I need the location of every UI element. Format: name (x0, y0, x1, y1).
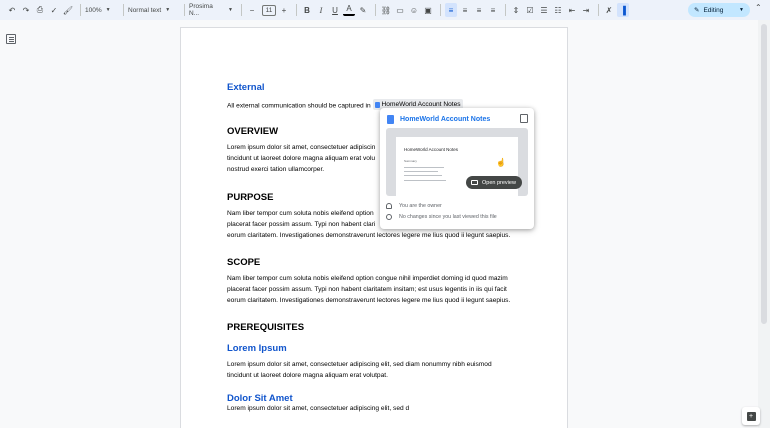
history-icon (386, 214, 392, 220)
toolbar: ↶ ↷ ⎙ ✓ 🖌 100% ▼ Normal text ▼ Prosima N..… (0, 0, 770, 20)
editing-mode-dropdown[interactable]: ✎ Editing ▼ (688, 3, 750, 17)
image-icon[interactable]: ▣ (422, 3, 434, 17)
checklist-icon[interactable]: ☑ (524, 3, 536, 17)
editing-mode-label: Editing (703, 6, 724, 14)
align-left-icon[interactable]: ≡ (445, 3, 457, 17)
decrease-indent-icon[interactable]: ⇤ (566, 3, 578, 17)
chevron-down-icon: ▼ (228, 7, 233, 13)
document-outline-icon[interactable] (6, 34, 16, 44)
line-spacing-icon[interactable]: ⇕ (510, 3, 522, 17)
person-icon (386, 203, 392, 209)
italic-button[interactable]: I (315, 3, 327, 17)
increase-font-size-button[interactable]: + (278, 3, 290, 17)
font-dropdown[interactable]: Prosima N... ▼ (189, 3, 233, 17)
pointer-cursor-icon: ☝ (496, 158, 506, 167)
toolbar-divider (375, 4, 376, 16)
link-icon[interactable]: ⛓ (380, 3, 392, 17)
google-docs-icon (374, 101, 380, 108)
changes-row: No changes since you last viewed this fi… (386, 214, 497, 220)
lorem-line: Lorem ipsum dolor sit amet, consectetuer… (227, 361, 492, 368)
paragraph-style-value: Normal text (128, 6, 162, 14)
toolbar-divider (598, 4, 599, 16)
paragraph-style-dropdown[interactable]: Normal text ▼ (128, 7, 176, 14)
format-options-icon[interactable]: ▐ (617, 3, 629, 17)
document-thumbnail[interactable]: HomeWorld Account Notes Summary ☝ Open p… (386, 128, 528, 196)
redo-icon[interactable]: ↷ (20, 3, 32, 17)
print-icon[interactable]: ⎙ (34, 3, 46, 17)
lorem-line: tincidunt ut laoreet dolore magna aliqua… (227, 372, 388, 379)
heading-lorem-ipsum: Lorem Ipsum (227, 343, 287, 354)
scope-line: placerat facer possim assum. Typi non ha… (227, 286, 507, 293)
highlight-icon[interactable]: ✎ (357, 3, 369, 17)
collapse-menus-icon[interactable]: ⌃ (755, 3, 762, 12)
thumbnail-text-line (404, 175, 442, 176)
zoom-value: 100% (85, 6, 102, 14)
text-color-button[interactable]: A (343, 5, 355, 16)
toolbar-divider (296, 4, 297, 16)
heading-purpose: PURPOSE (227, 192, 274, 203)
scrollbar-thumb[interactable] (761, 24, 767, 324)
dolor-paragraph: Lorem ipsum dolor sit amet, consectetuer… (227, 403, 527, 414)
dolor-line: Lorem ipsum dolor sit amet, consectetuer… (227, 405, 410, 412)
smart-chip-preview-card: HomeWorld Account Notes HomeWorld Accoun… (380, 108, 534, 229)
font-size-input[interactable]: 11 (262, 4, 276, 16)
chevron-down-icon: ▼ (165, 7, 171, 13)
bulleted-list-icon[interactable]: ☰ (538, 3, 550, 17)
zoom-dropdown[interactable]: 100% ▼ (85, 7, 115, 14)
increase-indent-icon[interactable]: ⇥ (580, 3, 592, 17)
align-center-icon[interactable]: ≡ (459, 3, 471, 17)
font-size-control: − 11 + (246, 3, 292, 17)
pencil-icon: ✎ (694, 7, 700, 14)
explore-icon: + (746, 411, 756, 421)
google-docs-icon (387, 115, 394, 124)
thumbnail-text-line (404, 171, 438, 172)
thumbnail-title: HomeWorld Account Notes (404, 147, 458, 152)
preview-card-title[interactable]: HomeWorld Account Notes (400, 116, 490, 123)
toolbar-divider (440, 4, 441, 16)
decrease-font-size-button[interactable]: − (246, 3, 258, 17)
bold-button[interactable]: B (301, 3, 313, 17)
heading-external: External (227, 82, 265, 93)
heading-overview: OVERVIEW (227, 126, 279, 137)
comment-icon[interactable]: ▭ (394, 3, 406, 17)
toolbar-divider (505, 4, 506, 16)
scope-line: eorum claritatem. Investigationes demons… (227, 297, 511, 304)
owner-row: You are the owner (386, 203, 442, 209)
toolbar-divider (123, 4, 124, 16)
toolbar-divider (80, 4, 81, 16)
owner-text: You are the owner (399, 203, 442, 209)
clear-formatting-icon[interactable]: ✗ (603, 3, 615, 17)
open-preview-label: Open preview (482, 179, 516, 186)
font-value: Prosima N... (189, 3, 213, 17)
changes-text: No changes since you last viewed this fi… (399, 214, 497, 220)
scope-line: Nam liber tempor cum soluta nobis eleife… (227, 275, 508, 282)
heading-scope: SCOPE (227, 257, 261, 268)
justify-icon[interactable]: ≡ (487, 3, 499, 17)
heading-prerequisites: PREREQUISITES (227, 322, 305, 333)
chevron-down-icon: ▼ (739, 7, 744, 13)
spellcheck-icon[interactable]: ✓ (48, 3, 60, 17)
chevron-down-icon: ▼ (105, 7, 111, 13)
thumbnail-text-line (404, 180, 446, 181)
explore-button[interactable]: + (742, 407, 760, 425)
preview-icon (471, 180, 478, 185)
align-right-icon[interactable]: ≡ (473, 3, 485, 17)
vertical-scrollbar[interactable] (758, 20, 770, 428)
toolbar-divider (241, 4, 242, 16)
toolbar-divider (184, 4, 185, 16)
thumbnail-text-line (404, 167, 444, 168)
copy-link-icon[interactable] (520, 114, 528, 123)
scope-paragraph: Nam liber tempor cum soluta nobis eleife… (227, 273, 527, 306)
thumbnail-summary: Summary (404, 159, 417, 163)
numbered-list-icon[interactable]: ☷ (552, 3, 564, 17)
paint-format-icon[interactable]: 🖌 (62, 3, 74, 17)
purpose-line: eorum claritatem. Investigationes demons… (227, 232, 511, 239)
open-preview-button[interactable]: Open preview (466, 176, 522, 189)
emoji-icon[interactable]: ☺ (408, 3, 420, 17)
underline-button[interactable]: U (329, 3, 341, 17)
undo-icon[interactable]: ↶ (6, 3, 18, 17)
lorem-paragraph: Lorem ipsum dolor sit amet, consectetuer… (227, 359, 527, 381)
external-text: All external communication should be cap… (227, 102, 371, 110)
